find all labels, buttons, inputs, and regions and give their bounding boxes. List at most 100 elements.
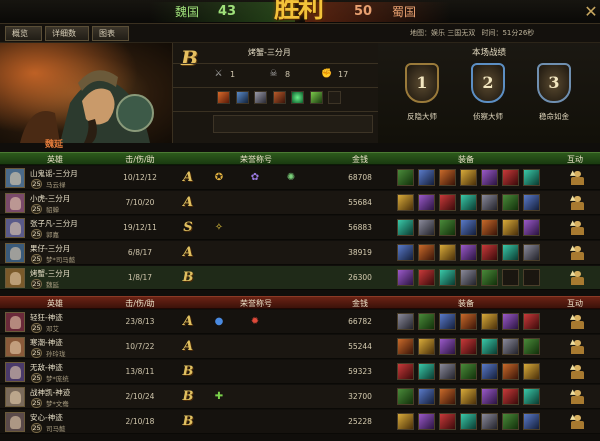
equipment-slot[interactable] [481,194,498,211]
equipment-slot[interactable] [397,244,414,261]
interact-button[interactable]: ▲ [570,389,584,405]
equipment-slot[interactable] [523,388,540,405]
equipment-slot[interactable] [523,363,540,380]
medal-survivor[interactable]: 3 稳命如金 [522,63,586,141]
equipment-slot[interactable] [439,269,456,286]
equipment-slot[interactable] [460,244,477,261]
equipment-slot[interactable] [460,338,477,355]
equipment-slot[interactable] [397,194,414,211]
equipment-slot[interactable] [418,313,435,330]
avatar[interactable] [5,387,25,407]
honor-badge-icon[interactable]: ✚ [210,389,228,405]
equipment-slot[interactable] [481,244,498,261]
equipment-slot[interactable] [439,244,456,261]
equipment-slot[interactable] [418,338,435,355]
table-row[interactable]: 安心-神迹 25 司马懿 2/10/18 B 25228 ▲ [0,410,600,434]
tab-charts[interactable]: 图表 [92,26,129,41]
equipment-slot[interactable] [418,413,435,430]
equipment-slot[interactable] [481,413,498,430]
table-row[interactable]: 果仔-三分月 25 梦*司马懿 6/8/17 A 38919 ▲ [0,241,600,265]
buff-icon[interactable] [291,91,305,104]
equipment-slot[interactable] [418,194,435,211]
close-button[interactable]: ✕ [583,2,599,22]
table-row[interactable]: 轻狂-神迹 25 邓艾 23/8/13 A ● ✹ 66782 ▲ [0,310,600,334]
honor-badge-icon[interactable]: ✿ [246,170,264,186]
equipment-slot[interactable] [418,269,435,286]
equipment-slot[interactable] [397,169,414,186]
equipment-slot[interactable] [418,169,435,186]
equipment-slot[interactable] [460,388,477,405]
equipment-slot[interactable] [481,363,498,380]
buff-icon[interactable] [254,91,268,104]
equipment-slot[interactable] [397,313,414,330]
equipment-slot[interactable] [481,338,498,355]
equipment-slot[interactable] [502,338,519,355]
equipment-slot[interactable] [481,388,498,405]
equipment-slot[interactable] [523,313,540,330]
honor-badge-icon[interactable]: ✺ [282,170,300,186]
buff-icon[interactable] [272,91,286,104]
equipment-slot[interactable] [418,219,435,236]
equipment-slot[interactable] [460,313,477,330]
equipment-slot[interactable] [502,269,519,286]
equipment-slot[interactable] [523,269,540,286]
interact-button[interactable]: ▲ [570,220,584,236]
table-row[interactable]: 小虎-三分月 25 貂蝉 7/10/20 A 55684 ▲ [0,191,600,215]
equipment-slot[interactable] [502,363,519,380]
table-row[interactable]: 张子凡-三分月 25 郭嘉 19/12/11 S ✧ 56883 ▲ [0,216,600,240]
avatar[interactable] [5,362,25,382]
interact-button[interactable]: ▲ [570,245,584,261]
buff-icon[interactable] [309,91,323,104]
equipment-slot[interactable] [502,313,519,330]
table-row[interactable]: 山鬼谣-三分月 25 马云禄 10/12/12 A ✪ ✿ ✺ 68708 ▲ [0,166,600,190]
equipment-slot[interactable] [460,269,477,286]
equipment-slot[interactable] [439,194,456,211]
interact-button[interactable]: ▲ [570,314,584,330]
equipment-slot[interactable] [418,363,435,380]
table-row[interactable]: 战神凯-神迹 25 梦*文鸯 2/10/24 B ✚ 32700 ▲ [0,385,600,409]
equipment-slot[interactable] [502,169,519,186]
interact-button[interactable]: ▲ [570,414,584,430]
equipment-slot[interactable] [523,338,540,355]
equipment-slot[interactable] [523,413,540,430]
equipment-slot[interactable] [397,413,414,430]
interact-button[interactable]: ▲ [570,364,584,380]
equipment-slot[interactable] [523,169,540,186]
interact-button[interactable]: ▲ [570,170,584,186]
equipment-slot[interactable] [481,269,498,286]
equipment-slot[interactable] [502,219,519,236]
medal-scout[interactable]: 2 侦察大师 [456,63,520,141]
equipment-slot[interactable] [460,413,477,430]
equipment-slot[interactable] [418,388,435,405]
honor-badge-icon[interactable]: ● [210,314,228,330]
equipment-slot[interactable] [439,413,456,430]
equipment-slot[interactable] [481,313,498,330]
equipment-slot[interactable] [502,388,519,405]
equipment-slot[interactable] [460,194,477,211]
interact-button[interactable]: ▲ [570,270,584,286]
honor-badge-icon[interactable]: ✪ [210,170,228,186]
buff-icon[interactable] [217,91,230,104]
equipment-slot[interactable] [439,219,456,236]
avatar[interactable] [5,268,25,288]
equipment-slot[interactable] [502,413,519,430]
table-row[interactable]: 寒潮-神迹 25 孙玲珑 10/7/22 A 55244 ▲ [0,335,600,359]
honor-badge-icon[interactable]: ✹ [246,314,264,330]
avatar[interactable] [5,312,25,332]
equipment-slot[interactable] [397,388,414,405]
avatar[interactable] [5,337,25,357]
equipment-slot[interactable] [397,269,414,286]
equipment-slot[interactable] [439,169,456,186]
equipment-slot[interactable] [523,244,540,261]
avatar[interactable] [5,168,25,188]
equipment-slot[interactable] [502,244,519,261]
equipment-slot[interactable] [460,363,477,380]
equipment-slot[interactable] [439,388,456,405]
equipment-slot[interactable] [523,219,540,236]
equipment-slot[interactable] [481,169,498,186]
table-row[interactable]: 无敌-神迹 25 梦*庞统 13/8/11 B 59323 ▲ [0,360,600,384]
equipment-slot[interactable] [460,219,477,236]
avatar[interactable] [5,193,25,213]
equipment-slot[interactable] [439,313,456,330]
equipment-slot[interactable] [481,219,498,236]
